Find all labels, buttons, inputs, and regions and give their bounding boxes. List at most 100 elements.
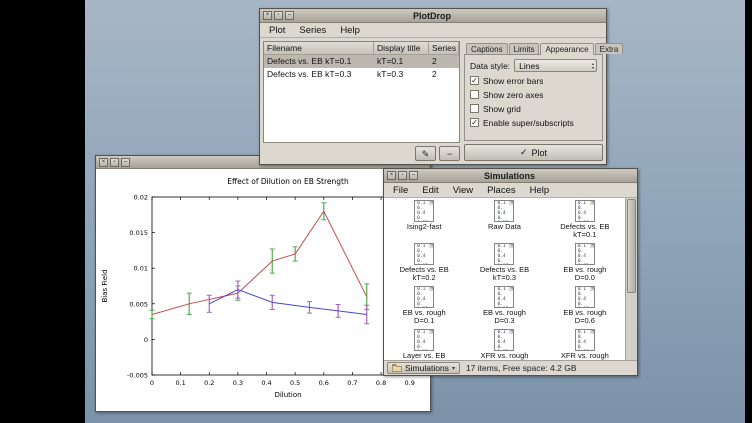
window-buttons: × ▫ – — [387, 171, 418, 180]
file-item[interactable]: 0.1 0. 0.4 0. 0.15 0 0.6 0. 0.15 0 EB vs… — [464, 286, 544, 329]
tab-appearance[interactable]: Appearance — [540, 43, 593, 55]
window-buttons: × ▫ – — [99, 158, 130, 167]
svg-text:0: 0 — [144, 336, 148, 344]
menu-plot[interactable]: Plot — [262, 24, 292, 37]
data-file-icon: 0.1 0. 0.4 0. 0.15 0 0.6 0. 0.15 0 — [494, 243, 514, 265]
check-icon: ✓ — [520, 147, 528, 158]
column-header-display-title[interactable]: Display title — [374, 42, 429, 55]
file-item[interactable]: 0.1 0. 0.4 0. 0.15 0 0.6 0. 0.15 0 XFR v… — [464, 329, 544, 360]
data-file-icon: 0.1 0. 0.4 0. 0.15 0 0.6 0. 0.15 0 — [414, 329, 434, 351]
checkbox-icon[interactable] — [470, 90, 479, 99]
cell-display-title: kT=0.1 — [374, 55, 429, 68]
file-item[interactable]: 0.1 0. 0.4 0. 0.15 0 0.6 0. 0.15 0 XFR v… — [545, 329, 625, 360]
checkbox-icon[interactable] — [470, 118, 479, 127]
menu-view[interactable]: View — [446, 184, 480, 197]
data-file-icon: 0.1 0. 0.4 0. 0.15 0 0.6 0. 0.15 0 — [414, 286, 434, 308]
plot-button-label: Plot — [532, 148, 548, 158]
file-item[interactable]: 0.1 0. 0.4 0. 0.15 0 0.6 0. 0.15 0 Raw D… — [464, 200, 544, 243]
simulations-titlebar[interactable]: × ▫ – Simulations — [384, 169, 637, 183]
cell-display-title: kT=0.3 — [374, 68, 429, 81]
combo-arrows-icon: ▴▾ — [592, 62, 594, 70]
menu-help[interactable]: Help — [523, 184, 557, 197]
data-file-icon: 0.1 0. 0.4 0. 0.15 0 0.6 0. 0.15 0 — [494, 286, 514, 308]
column-header-filename[interactable]: Filename — [264, 42, 374, 55]
data-file-icon: 0.1 0. 0.4 0. 0.15 0 0.6 0. 0.15 0 — [575, 329, 595, 351]
menu-file[interactable]: File — [386, 184, 415, 197]
file-list-actions: ✎ − — [263, 146, 460, 161]
plotdrop-menubar: Plot Series Help — [260, 23, 606, 38]
data-style-select[interactable]: Lines ▴▾ — [514, 59, 597, 72]
cell-series: 2 — [429, 55, 459, 68]
svg-text:0.7: 0.7 — [347, 379, 357, 387]
tab-limits[interactable]: Limits — [509, 43, 540, 54]
screen: × ▫ – Effect of Dilution on EB StrengthD… — [0, 0, 752, 423]
table-row[interactable]: Defects vs. EB kT=0.3 kT=0.3 2 — [264, 68, 459, 81]
vertical-scrollbar[interactable] — [625, 198, 637, 360]
column-header-series[interactable]: Series — [429, 42, 459, 55]
maximize-icon[interactable]: ▫ — [398, 171, 407, 180]
menu-places[interactable]: Places — [480, 184, 523, 197]
scrollbar-thumb[interactable] — [627, 199, 636, 293]
menu-series[interactable]: Series — [292, 24, 333, 37]
table-header-row: Filename Display title Series — [264, 42, 459, 55]
chevron-down-icon: ▾ — [452, 365, 455, 372]
gnuplot-window: × ▫ – Effect of Dilution on EB StrengthD… — [95, 155, 431, 412]
table-row[interactable]: Defects vs. EB kT=0.1 kT=0.1 2 — [264, 55, 459, 68]
close-icon[interactable]: × — [263, 11, 272, 20]
plotdrop-content: Filename Display title Series Defects vs… — [260, 38, 606, 164]
file-view: 0.1 0. 0.4 0. 0.15 0 0.6 0. 0.15 0 Ising… — [384, 198, 637, 360]
edit-file-button[interactable]: ✎ — [415, 146, 436, 161]
file-item[interactable]: 0.1 0. 0.4 0. 0.15 0 0.6 0. 0.15 0 Defec… — [464, 243, 544, 286]
window-title: Simulations — [418, 171, 601, 181]
location-label: Simulations — [405, 363, 449, 373]
close-icon[interactable]: × — [99, 158, 108, 167]
checkbox-icon[interactable] — [470, 104, 479, 113]
file-item[interactable]: 0.1 0. 0.4 0. 0.15 0 0.6 0. 0.15 0 Defec… — [384, 243, 464, 286]
svg-text:0.9: 0.9 — [405, 379, 415, 387]
svg-text:0.005: 0.005 — [129, 300, 148, 308]
file-list-panel: Filename Display title Series Defects vs… — [263, 41, 460, 161]
file-item[interactable]: 0.1 0. 0.4 0. 0.15 0 0.6 0. 0.15 0 Layer… — [384, 329, 464, 360]
tab-extra[interactable]: Extra — [595, 43, 624, 54]
pencil-icon: ✎ — [422, 149, 430, 159]
file-item[interactable]: 0.1 0. 0.4 0. 0.15 0 0.6 0. 0.15 0 Ising… — [384, 200, 464, 243]
svg-text:0.4: 0.4 — [261, 379, 271, 387]
svg-text:0.6: 0.6 — [319, 379, 329, 387]
menu-help[interactable]: Help — [333, 24, 367, 37]
show-error-bars-checkbox[interactable]: Show error bars — [470, 75, 597, 86]
show-grid-checkbox[interactable]: Show grid — [470, 103, 597, 114]
location-button[interactable]: Simulations ▾ — [387, 362, 460, 374]
table-empty-area — [264, 81, 459, 142]
file-item[interactable]: 0.1 0. 0.4 0. 0.15 0 0.6 0. 0.15 0 EB vs… — [384, 286, 464, 329]
svg-text:0.015: 0.015 — [129, 229, 148, 237]
iconify-icon[interactable]: – — [121, 158, 130, 167]
maximize-icon[interactable]: ▫ — [110, 158, 119, 167]
checkbox-icon[interactable] — [470, 76, 479, 85]
plotdrop-window: × ▫ – PlotDrop Plot Series Help Filename… — [259, 8, 607, 165]
remove-file-button[interactable]: − — [439, 146, 460, 161]
data-file-icon: 0.1 0. 0.4 0. 0.15 0 0.6 0. 0.15 0 — [575, 200, 595, 222]
svg-text:0.8: 0.8 — [376, 379, 386, 387]
file-grid: 0.1 0. 0.4 0. 0.15 0 0.6 0. 0.15 0 Ising… — [384, 198, 625, 360]
file-item[interactable]: 0.1 0. 0.4 0. 0.15 0 0.6 0. 0.15 0 EB vs… — [545, 286, 625, 329]
iconify-icon[interactable]: – — [409, 171, 418, 180]
show-zero-axes-checkbox[interactable]: Show zero axes — [470, 89, 597, 100]
iconify-icon[interactable]: – — [285, 11, 294, 20]
plot-button[interactable]: ✓ Plot — [464, 144, 603, 161]
window-title: PlotDrop — [294, 11, 570, 21]
data-file-icon: 0.1 0. 0.4 0. 0.15 0 0.6 0. 0.15 0 — [494, 329, 514, 351]
enable-super-subscripts-checkbox[interactable]: Enable super/subscripts — [470, 117, 597, 128]
file-item[interactable]: 0.1 0. 0.4 0. 0.15 0 0.6 0. 0.15 0 EB vs… — [545, 243, 625, 286]
svg-text:Dilution: Dilution — [274, 391, 301, 399]
tab-captions[interactable]: Captions — [466, 43, 508, 54]
data-style-label: Data style: — [470, 61, 510, 71]
maximize-icon[interactable]: ▫ — [274, 11, 283, 20]
close-icon[interactable]: × — [387, 171, 396, 180]
plotdrop-titlebar[interactable]: × ▫ – PlotDrop — [260, 9, 606, 23]
svg-text:0.01: 0.01 — [134, 265, 148, 273]
simulations-statusbar: Simulations ▾ 17 items, Free space: 4.2 … — [384, 360, 637, 375]
plot-canvas: Effect of Dilution on EB StrengthDilutio… — [96, 169, 430, 411]
data-file-icon: 0.1 0. 0.4 0. 0.15 0 0.6 0. 0.15 0 — [575, 286, 595, 308]
menu-edit[interactable]: Edit — [415, 184, 445, 197]
file-item[interactable]: 0.1 0. 0.4 0. 0.15 0 0.6 0. 0.15 0 Defec… — [545, 200, 625, 243]
